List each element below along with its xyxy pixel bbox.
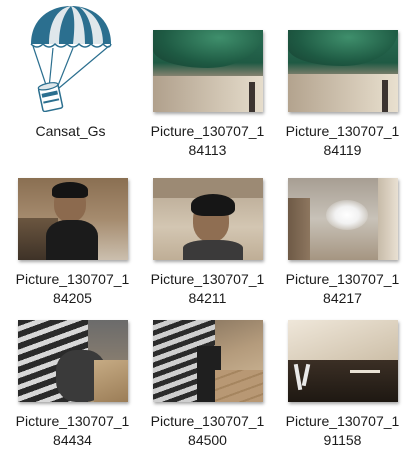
file-item-picture[interactable]: Picture_130707_1 84211: [145, 148, 270, 306]
photo-thumbnail: [280, 148, 405, 260]
file-item-picture[interactable]: Picture_130707_1 84113: [145, 0, 270, 170]
file-item-picture[interactable]: Picture_130707_1 84217: [280, 148, 405, 306]
file-label: Picture_130707_1 84434: [15, 413, 130, 448]
photo-thumbnail: [280, 290, 405, 402]
photo-thumbnail: [280, 0, 405, 112]
file-item-picture[interactable]: Picture_130707_1 91158: [280, 290, 405, 448]
file-label: Picture_130707_1 84500: [150, 413, 265, 448]
file-label: Cansat_Gs: [35, 123, 106, 139]
file-grid: Cansat_Gs Picture_130707_1 84113 Picture…: [0, 0, 418, 448]
file-item-picture[interactable]: Picture_130707_1 84500: [145, 290, 270, 448]
file-item-picture[interactable]: Picture_130707_1 84434: [10, 290, 135, 448]
parachute-can-icon: [8, 0, 133, 112]
photo-thumbnail: [10, 290, 135, 402]
file-label: Picture_130707_1 91158: [285, 413, 400, 448]
photo-thumbnail: [145, 0, 270, 112]
photo-thumbnail: [145, 148, 270, 260]
photo-thumbnail: [145, 290, 270, 402]
photo-thumbnail: [10, 148, 135, 260]
file-item-cansat-gs[interactable]: Cansat_Gs: [8, 0, 133, 148]
file-item-picture[interactable]: Picture_130707_1 84205: [10, 148, 135, 306]
file-item-picture[interactable]: Picture_130707_1 84119: [280, 0, 405, 170]
